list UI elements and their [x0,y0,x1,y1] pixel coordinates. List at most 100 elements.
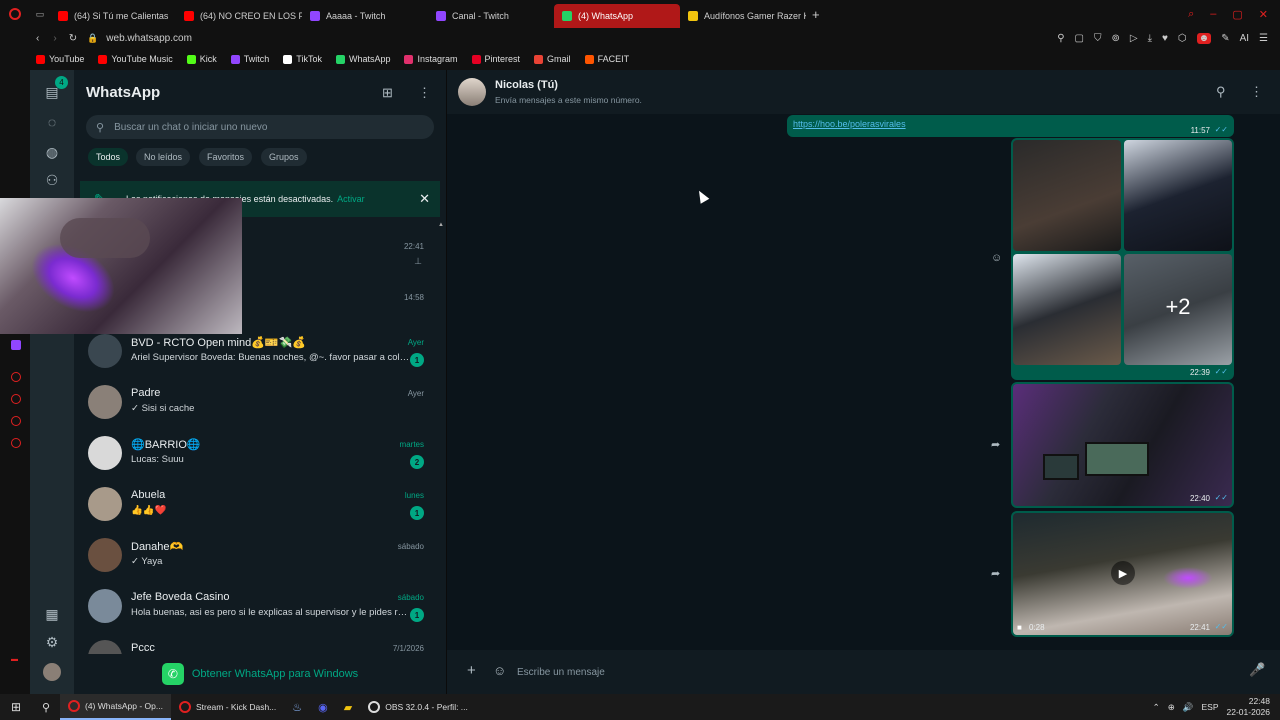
chat-search-icon[interactable]: ⚲ [1216,84,1226,100]
chat-menu-icon[interactable]: ⋮ [1250,84,1263,100]
bookmark-item[interactable]: FACEIT [584,54,629,64]
chat-header[interactable]: Nicolas (Tú) Envía mensajes a este mismo… [447,70,1280,114]
communities-icon[interactable]: ⚇ [42,170,62,190]
filter-no-leidos[interactable]: No leídos [136,148,191,166]
filter-todos[interactable]: Todos [88,148,129,166]
bookmark-item[interactable]: Instagram [404,54,458,64]
chat-row[interactable]: Abuela 👍👍❤️ lunes 1 [74,481,434,531]
album-photo-2[interactable] [1124,140,1232,251]
file-explorer-icon[interactable]: ▰ [336,694,360,720]
steam-icon[interactable]: ♨ [284,694,310,720]
image-message[interactable]: 22:40 ✓✓ [1011,382,1234,508]
browser-tab[interactable]: Aaaaa - Twitch [302,4,428,28]
play-icon[interactable]: ▷ [1130,33,1138,44]
media-icon[interactable]: ▦ [42,604,62,624]
tray-lang[interactable]: ESP [1202,702,1219,712]
tray-clock[interactable]: 22:48 22-01-2026 [1227,696,1270,718]
forward-icon[interactable]: › [53,33,56,44]
search-tabs-icon[interactable]: ⌕ [1188,8,1194,21]
get-windows-banner[interactable]: ✆ Obtener WhatsApp para Windows [74,654,446,694]
album-message[interactable]: +2 22:39 ✓✓ [1011,138,1234,380]
ext-icon-5[interactable]: ▬ [11,656,21,664]
emoji-icon[interactable]: ☺ [493,663,506,678]
new-tab-button[interactable]: + [812,7,820,22]
album-photo-3[interactable] [1013,254,1121,365]
chat-row[interactable]: Jefe Boveda Casino Hola buenas, asi es pe… [74,583,434,633]
bookmark-item[interactable]: Twitch [230,54,269,64]
notification-activate-link[interactable]: Activar [337,194,365,204]
shield-icon[interactable]: ⛉ [1094,33,1102,44]
ext-icon-2[interactable] [11,394,21,404]
new-chat-icon[interactable]: ⊞ [382,85,393,101]
pin-icon[interactable]: ⚲ [1057,33,1064,44]
album-photo-4[interactable]: +2 [1124,254,1232,365]
message-input[interactable]: Escribe un mensaje [517,667,605,678]
bookmark-item[interactable]: YouTube [36,54,84,64]
browser-tab[interactable]: (4) WhatsApp [554,4,680,28]
tray-network-icon[interactable]: ⊕ [1168,702,1175,713]
browser-tab[interactable]: Audífonos Gamer Razer K [680,4,806,28]
tray-volume-icon[interactable]: 🔊 [1183,702,1194,713]
mic-icon[interactable]: 🎤 [1249,662,1265,678]
twitch-sidebar-icon[interactable] [11,340,21,350]
url-field[interactable]: web.whatsapp.com [106,33,192,44]
heart-icon[interactable]: ♥ [1162,33,1168,44]
taskbar-whatsapp[interactable]: (4) WhatsApp - Op... [60,694,171,720]
snapshot-icon[interactable]: ▢ [1075,33,1084,44]
taskbar-search-icon[interactable]: ⚲ [32,694,60,720]
ai-button[interactable]: AI [1240,33,1249,44]
bookmark-item[interactable]: Gmail [534,54,571,64]
ext-icon-1[interactable] [11,372,21,382]
notification-close-icon[interactable]: ✕ [419,191,430,207]
scroll-up-arrow[interactable]: ▲ [438,222,444,228]
video-message[interactable]: ▶ ■ 0:28 22:41 ✓✓ [1011,511,1234,637]
setup-photo[interactable] [1013,384,1232,506]
menu-icon[interactable]: ☰ [1259,33,1268,44]
ext-icon-3[interactable] [11,416,21,426]
video-thumbnail[interactable]: ▶ [1013,513,1232,635]
contact-name[interactable]: Nicolas (Tú) [495,79,558,91]
taskbar-obs[interactable]: OBS 32.0.4 - Perfil: ... [360,694,476,720]
discord-icon[interactable]: ◉ [310,694,336,720]
filter-grupos[interactable]: Grupos [261,148,307,166]
profile-icon[interactable]: ☻ [1196,32,1212,44]
taskbar-kick[interactable]: Stream - Kick Dash... [171,694,284,720]
video-play-icon[interactable]: ▶ [1111,561,1135,585]
status-icon[interactable]: ◌ [42,112,62,132]
chat-row[interactable]: 🌐BARRIO🌐 Lucas: Suuu martes 2 [74,430,434,480]
browser-tab[interactable]: (64) Si Tú me Calientas [50,4,176,28]
filter-favoritos[interactable]: Favoritos [199,148,253,166]
link-message[interactable]: https://hoo.be/polerasvirales 11:57 ✓✓ [787,115,1234,137]
extensions-icon[interactable]: ⬡ [1178,33,1187,44]
bookmark-item[interactable]: WhatsApp [335,54,390,64]
search-box[interactable]: ⚲ Buscar un chat o iniciar uno nuevo [86,115,434,139]
tray-chevron-icon[interactable]: ⌃ [1153,702,1160,713]
channels-icon[interactable]: ◍ [42,142,62,162]
chat-row[interactable]: Danahe🫶 ✓ Yaya sábado [74,532,434,582]
reload-icon[interactable]: ↻ [69,33,77,44]
flow-icon[interactable]: ⊚ [1111,33,1119,44]
bookmark-item[interactable]: Pinterest [471,54,520,64]
chat-row[interactable]: Padre ✓ Sisi si cache Ayer [74,379,434,429]
ext-icon-4[interactable] [11,438,21,448]
close-icon[interactable]: ✕ [1259,8,1268,21]
maximize-icon[interactable]: ▢ [1232,8,1242,21]
browser-tab[interactable]: Canal - Twitch [428,4,554,28]
forward-icon[interactable]: ➦ [991,567,1000,580]
chat-row[interactable]: BVD - RCTO Open mind💰🎫💸💰 Ariel Supervisor… [74,328,434,378]
profile-avatar[interactable] [42,662,62,682]
browser-tab[interactable]: (64) NO CREO EN LOS PR [176,4,302,28]
attach-plus-icon[interactable]: + [467,662,476,679]
album-photo-1[interactable] [1013,140,1121,251]
download-icon[interactable]: ⤓ [1148,33,1152,44]
bookmark-item[interactable]: Kick [186,54,217,64]
contact-avatar[interactable] [458,78,486,106]
forward-icon[interactable]: ➦ [991,438,1000,451]
start-button[interactable]: ⊞ [0,694,32,720]
minimize-icon[interactable]: – [1210,8,1216,21]
react-emoji-icon[interactable]: ☺ [991,252,1002,264]
menu-dots-icon[interactable]: ⋮ [418,85,431,101]
bookmark-item[interactable]: TikTok [283,54,322,64]
aria-icon[interactable]: ✎ [1221,33,1229,44]
opera-logo-icon[interactable] [0,0,30,28]
